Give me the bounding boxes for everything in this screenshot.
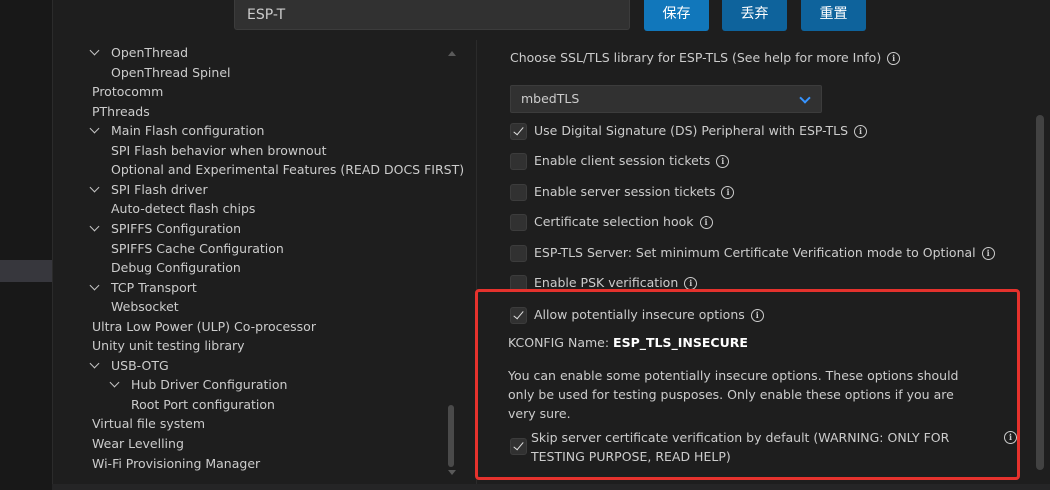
tree-item[interactable]: Debug Configuration bbox=[111, 260, 241, 276]
tree-item[interactable]: Auto-detect flash chips bbox=[111, 201, 255, 217]
insecure-description: You can enable some potentially insecure… bbox=[508, 368, 959, 421]
chevron-down-icon[interactable] bbox=[89, 221, 100, 232]
option-checkbox[interactable] bbox=[510, 153, 527, 170]
option-row[interactable]: Enable client session tickets i bbox=[510, 152, 730, 170]
scroll-up-arrow-icon[interactable] bbox=[448, 51, 456, 56]
tree-item[interactable]: Wi-Fi Provisioning Manager bbox=[92, 456, 260, 472]
tree-item[interactable]: Root Port configuration bbox=[131, 397, 275, 413]
tree-item[interactable]: Virtual file system bbox=[92, 416, 205, 432]
reset-button[interactable]: 重置 bbox=[801, 0, 866, 31]
settings-scroll-thumb[interactable] bbox=[1036, 115, 1044, 470]
option-checkbox[interactable] bbox=[510, 184, 527, 201]
info-circle-icon[interactable]: i bbox=[716, 155, 730, 168]
save-button[interactable]: 保存 bbox=[644, 0, 709, 31]
tree-item[interactable]: Unity unit testing library bbox=[92, 338, 245, 354]
activity-selected-item[interactable] bbox=[0, 260, 52, 282]
skip-verification-checkbox[interactable] bbox=[510, 438, 527, 455]
tree-item[interactable]: OpenThread Spinel bbox=[111, 65, 231, 81]
tree-item[interactable]: OpenThread bbox=[111, 45, 188, 61]
bottom-edge bbox=[52, 484, 1050, 490]
ssl-library-heading: Choose SSL/TLS library for ESP-TLS (See … bbox=[510, 50, 901, 65]
chevron-down-icon[interactable] bbox=[89, 280, 100, 291]
tree-item[interactable]: SPI Flash driver bbox=[111, 182, 208, 198]
info-circle-icon[interactable]: i bbox=[981, 247, 995, 260]
kconfig-value: ESP_TLS_INSECURE bbox=[613, 335, 748, 350]
tree-item[interactable]: Main Flash configuration bbox=[111, 123, 264, 139]
tree-item[interactable]: SPIFFS Cache Configuration bbox=[111, 241, 284, 257]
chevron-down-icon[interactable] bbox=[109, 377, 120, 388]
tree-item[interactable]: Ultra Low Power (ULP) Co-processor bbox=[92, 319, 316, 335]
info-circle-icon[interactable]: i bbox=[750, 309, 764, 322]
chevron-down-icon[interactable] bbox=[89, 45, 100, 56]
allow-insecure-checkbox[interactable] bbox=[510, 307, 527, 324]
info-circle-icon[interactable]: i bbox=[1004, 431, 1017, 444]
option-row[interactable]: Certificate selection hook i bbox=[510, 213, 713, 231]
info-circle-icon[interactable]: i bbox=[721, 186, 735, 199]
search-input[interactable]: ESP-T bbox=[234, 0, 630, 30]
option-label: ESP-TLS Server: Set minimum Certificate … bbox=[534, 245, 976, 260]
chevron-down-icon[interactable] bbox=[89, 358, 100, 369]
info-circle-icon[interactable]: i bbox=[854, 125, 868, 138]
tree-item[interactable]: Wear Levelling bbox=[92, 436, 184, 452]
tree-item[interactable]: SPIFFS Configuration bbox=[111, 221, 241, 237]
ssl-library-value: mbedTLS bbox=[521, 91, 580, 106]
allow-insecure-option[interactable]: Allow potentially insecure options i bbox=[510, 306, 764, 324]
ssl-library-label: Choose SSL/TLS library for ESP-TLS (See … bbox=[510, 50, 882, 65]
tree-item[interactable]: Websocket bbox=[111, 299, 179, 315]
tree-item[interactable]: Protocomm bbox=[92, 84, 163, 100]
info-circle-icon[interactable]: i bbox=[699, 216, 713, 229]
option-row[interactable]: Enable server session tickets i bbox=[510, 183, 735, 201]
chevron-down-icon[interactable] bbox=[89, 123, 100, 134]
option-checkbox[interactable] bbox=[510, 245, 527, 262]
kconfig-prefix: KCONFIG Name: bbox=[508, 335, 610, 350]
chevron-down-icon bbox=[799, 92, 811, 104]
option-checkbox[interactable] bbox=[510, 123, 527, 140]
tree-item[interactable]: TCP Transport bbox=[111, 280, 197, 296]
kconfig-name: KCONFIG Name: ESP_TLS_INSECURE bbox=[508, 335, 748, 350]
info-circle-icon[interactable]: i bbox=[887, 52, 901, 65]
allow-insecure-label: Allow potentially insecure options bbox=[534, 307, 745, 322]
ssl-library-select[interactable]: mbedTLS bbox=[510, 85, 822, 113]
option-label: Enable client session tickets bbox=[534, 153, 711, 168]
tree-item[interactable]: USB-OTG bbox=[111, 358, 169, 374]
tree-scrollbar[interactable] bbox=[446, 43, 458, 483]
tree-item[interactable]: SPI Flash behavior when brownout bbox=[111, 143, 327, 159]
activity-bar bbox=[0, 0, 53, 490]
chevron-down-icon[interactable] bbox=[89, 182, 100, 193]
option-label: Enable server session tickets bbox=[534, 184, 716, 199]
discard-button[interactable]: 丢弃 bbox=[722, 0, 787, 31]
tree-item[interactable]: PThreads bbox=[92, 104, 150, 120]
scroll-down-arrow-icon[interactable] bbox=[448, 470, 456, 475]
skip-verification-label: Skip server certificate verification by … bbox=[531, 430, 950, 464]
tree-item[interactable]: Hub Driver Configuration bbox=[131, 377, 287, 393]
option-label: Enable PSK verification bbox=[534, 275, 679, 290]
option-label: Certificate selection hook bbox=[534, 214, 694, 229]
option-checkbox[interactable] bbox=[510, 214, 527, 231]
option-row[interactable]: Use Digital Signature (DS) Peripheral wi… bbox=[510, 122, 868, 140]
tree-item[interactable]: Optional and Experimental Features (READ… bbox=[111, 162, 464, 178]
tree-scroll-thumb[interactable] bbox=[448, 405, 454, 467]
option-row[interactable]: ESP-TLS Server: Set minimum Certificate … bbox=[510, 244, 995, 262]
option-label: Use Digital Signature (DS) Peripheral wi… bbox=[534, 123, 849, 138]
